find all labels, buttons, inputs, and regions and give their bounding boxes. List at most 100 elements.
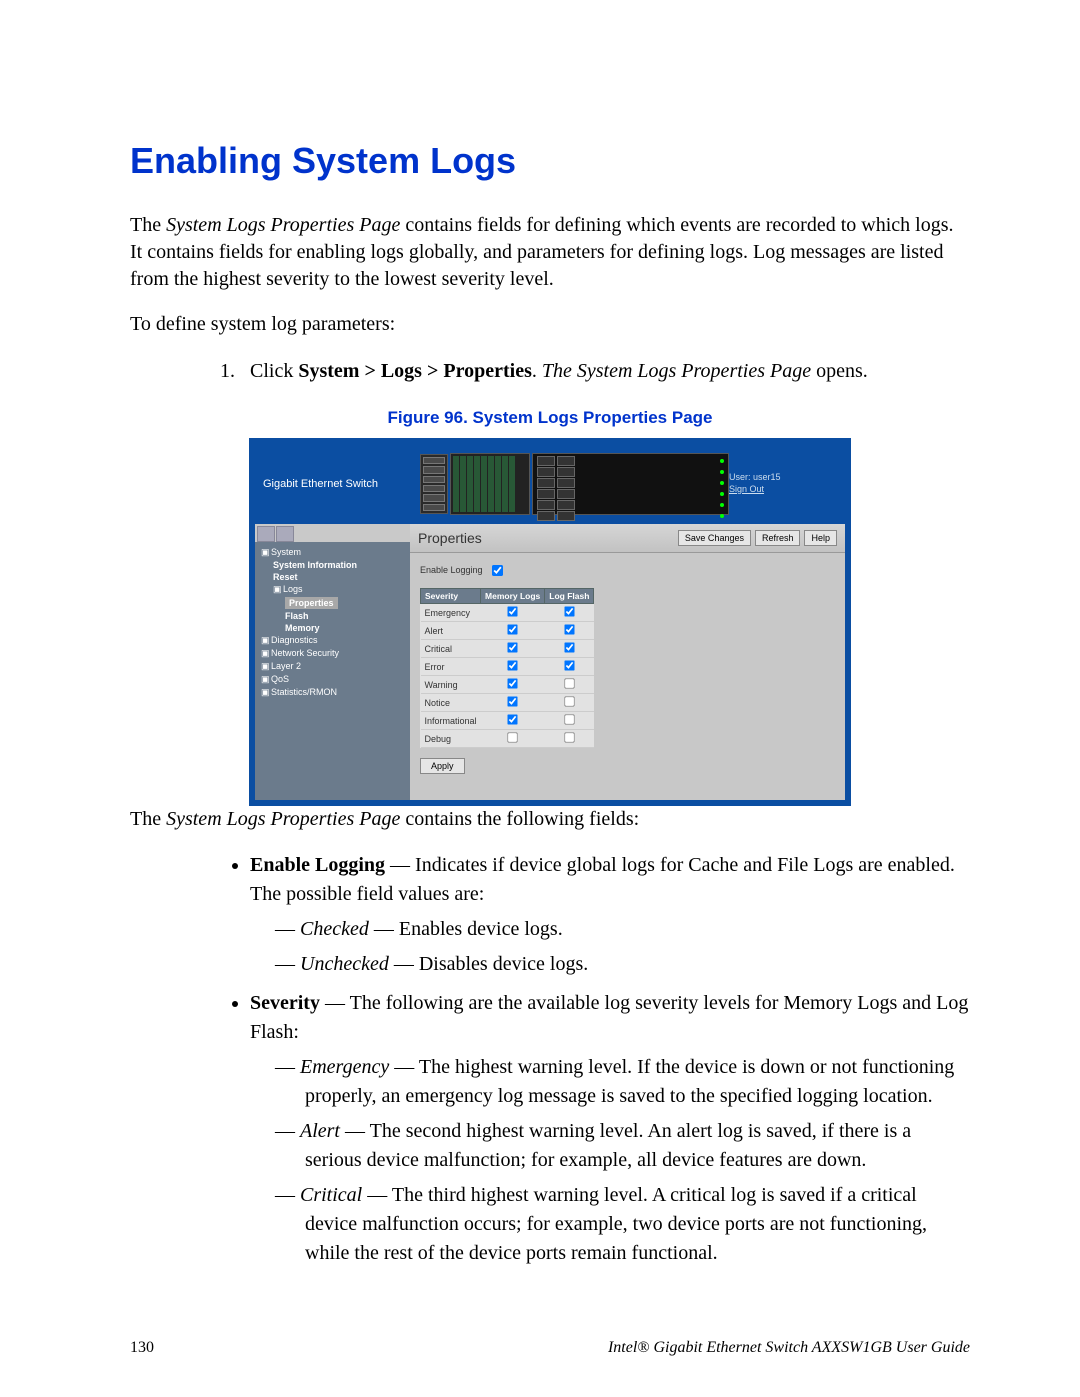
field-options: Checked — Enables device logs. Unchecked …: [275, 915, 970, 979]
log-flash-checkbox[interactable]: [564, 714, 574, 724]
memory-logs-checkbox[interactable]: [507, 660, 517, 670]
refresh-button[interactable]: Refresh: [755, 530, 801, 546]
sidebar-item-label: System Information: [273, 560, 357, 570]
tree-icon: ▣: [261, 674, 269, 685]
memory-logs-checkbox[interactable]: [507, 606, 517, 616]
section-heading: Enabling System Logs: [130, 140, 970, 182]
col-severity: Severity: [421, 589, 481, 604]
sidebar-item-label: Network Security: [271, 648, 339, 658]
log-flash-checkbox[interactable]: [564, 624, 574, 634]
sidebar-expand-icon[interactable]: [257, 526, 275, 542]
log-flash-checkbox[interactable]: [564, 642, 574, 652]
memory-logs-checkbox[interactable]: [507, 714, 517, 724]
sidebar-item-label: Memory: [285, 623, 320, 633]
brand-label: Gigabit Ethernet Switch: [255, 478, 418, 490]
field-option: Checked — Enables device logs.: [275, 915, 970, 944]
steps-list: Click System > Logs > Properties. The Sy…: [215, 356, 970, 386]
sidebar-item-label: Diagnostics: [271, 635, 318, 645]
table-row: Debug: [421, 730, 594, 748]
fields-intro: The System Logs Properties Page contains…: [130, 806, 970, 833]
sidebar-item-label: Flash: [285, 611, 309, 621]
log-flash-checkbox[interactable]: [564, 660, 574, 670]
sidebar-item[interactable]: ▣Layer 2: [261, 660, 406, 673]
log-flash-checkbox[interactable]: [564, 732, 574, 742]
sidebar-item[interactable]: ▣Network Security: [261, 647, 406, 660]
col-log-flash: Log Flash: [545, 589, 594, 604]
sidebar-item-label: Reset: [273, 572, 298, 582]
tree-icon: ▣: [261, 648, 269, 659]
fields-list: Enable Logging — Indicates if device glo…: [225, 851, 970, 1268]
col-memory-logs: Memory Logs: [481, 589, 545, 604]
severity-name: Debug: [421, 730, 481, 748]
sidebar-item[interactable]: ▣Diagnostics: [261, 634, 406, 647]
page-footer: 130 Intel® Gigabit Ethernet Switch AXXSW…: [130, 1339, 970, 1357]
properties-form: Enable Logging Severity Memory Logs Log …: [410, 553, 845, 782]
save-changes-button[interactable]: Save Changes: [678, 530, 751, 546]
nav-sidebar: ▣SystemSystem InformationReset▣LogsPrope…: [255, 524, 410, 800]
severity-table: Severity Memory Logs Log Flash Emergency…: [420, 588, 594, 748]
severity-name: Error: [421, 658, 481, 676]
log-flash-checkbox[interactable]: [564, 606, 574, 616]
sidebar-item-label: Logs: [283, 584, 303, 594]
table-row: Notice: [421, 694, 594, 712]
apply-button[interactable]: Apply: [420, 758, 465, 774]
sidebar-item[interactable]: Memory: [261, 622, 406, 634]
table-row: Error: [421, 658, 594, 676]
sidebar-item[interactable]: ▣Statistics/RMON: [261, 686, 406, 699]
log-flash-checkbox[interactable]: [564, 678, 574, 688]
severity-name: Critical: [421, 640, 481, 658]
sidebar-item[interactable]: Properties: [261, 596, 406, 610]
severity-name: Notice: [421, 694, 481, 712]
device-led-panel: [532, 453, 729, 515]
field-option: Emergency — The highest warning level. I…: [275, 1053, 970, 1111]
enable-logging-checkbox[interactable]: [492, 565, 503, 576]
sidebar-item-label: System: [271, 547, 301, 557]
table-row: Critical: [421, 640, 594, 658]
help-button[interactable]: Help: [804, 530, 837, 546]
memory-logs-checkbox[interactable]: [507, 732, 517, 742]
sidebar-item[interactable]: ▣System: [261, 546, 406, 559]
sidebar-item-label: QoS: [271, 674, 289, 684]
memory-logs-checkbox[interactable]: [507, 642, 517, 652]
tree-icon: ▣: [261, 687, 269, 698]
nav-tree: ▣SystemSystem InformationReset▣LogsPrope…: [255, 542, 410, 703]
enable-logging-label: Enable Logging: [420, 565, 483, 575]
field-options: Emergency — The highest warning level. I…: [275, 1053, 970, 1268]
severity-name: Alert: [421, 622, 481, 640]
user-area: User: user15 Sign Out: [729, 472, 845, 495]
device-slot-bay: [450, 453, 530, 515]
memory-logs-checkbox[interactable]: [507, 624, 517, 634]
tree-icon: ▣: [261, 547, 269, 558]
figure-caption: Figure 96. System Logs Properties Page: [130, 408, 970, 428]
field-description: Severity — The following are the availab…: [250, 989, 970, 1268]
app-header: Gigabit Ethernet Switch User: user15: [255, 444, 845, 524]
sidebar-item[interactable]: System Information: [261, 559, 406, 571]
table-row: Emergency: [421, 604, 594, 622]
define-line: To define system log parameters:: [130, 311, 970, 338]
field-option: Alert — The second highest warning level…: [275, 1117, 970, 1175]
field-option: Critical — The third highest warning lev…: [275, 1181, 970, 1268]
sign-out-link[interactable]: Sign Out: [729, 484, 839, 496]
sidebar-item[interactable]: ▣Logs: [261, 583, 406, 596]
severity-name: Emergency: [421, 604, 481, 622]
sidebar-collapse-icon[interactable]: [276, 526, 294, 542]
panel-titlebar: Properties Save Changes Refresh Help: [410, 524, 845, 553]
page-number: 130: [130, 1339, 154, 1357]
sidebar-item[interactable]: ▣QoS: [261, 673, 406, 686]
memory-logs-checkbox[interactable]: [507, 696, 517, 706]
guide-title: Intel® Gigabit Ethernet Switch AXXSW1GB …: [608, 1339, 970, 1357]
severity-name: Warning: [421, 676, 481, 694]
log-flash-checkbox[interactable]: [564, 696, 574, 706]
step-1: Click System > Logs > Properties. The Sy…: [240, 356, 970, 386]
field-option: Unchecked — Disables device logs.: [275, 950, 970, 979]
embedded-screenshot: Gigabit Ethernet Switch User: user15: [249, 438, 851, 806]
severity-name: Informational: [421, 712, 481, 730]
sidebar-item[interactable]: Reset: [261, 571, 406, 583]
sidebar-item[interactable]: Flash: [261, 610, 406, 622]
table-row: Warning: [421, 676, 594, 694]
sidebar-toolbar: [255, 524, 410, 542]
memory-logs-checkbox[interactable]: [507, 678, 517, 688]
device-front-module: [420, 454, 448, 514]
tree-icon: ▣: [273, 584, 281, 595]
tree-icon: ▣: [261, 635, 269, 646]
